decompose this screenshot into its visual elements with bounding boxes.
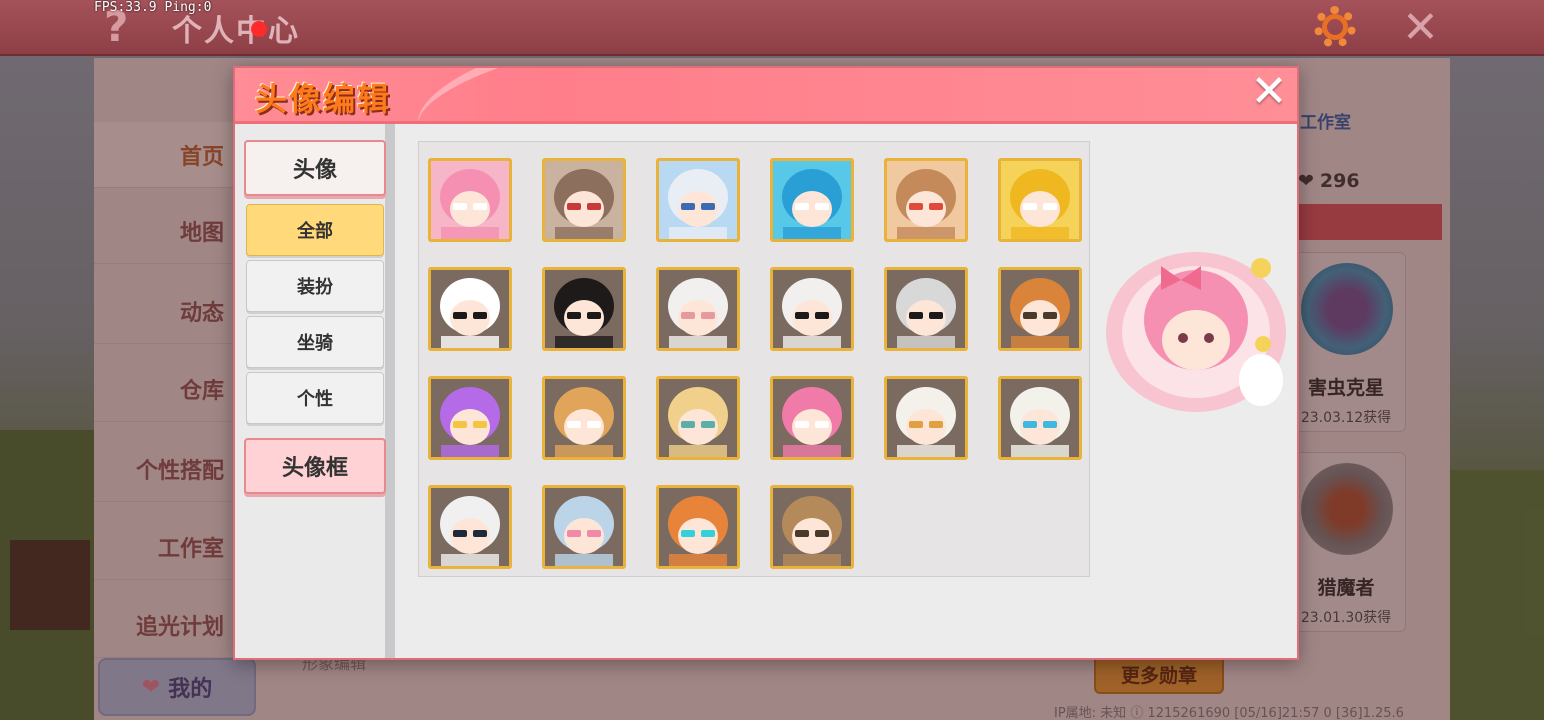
avatar-image bbox=[431, 161, 509, 239]
avatar-grid bbox=[418, 141, 1090, 577]
avatar-image bbox=[659, 488, 737, 566]
avatar-image bbox=[1001, 379, 1079, 457]
subtab-all[interactable]: 全部 bbox=[246, 204, 384, 256]
top-bar: ? 个人中心 ✕ bbox=[0, 0, 1544, 56]
avatar-image bbox=[431, 488, 509, 566]
close-icon[interactable]: ✕ bbox=[1402, 2, 1439, 53]
avatar-edit-dialog: 头像编辑 ✕ 头像 全部 装扮 坐骑 个性 头像框 bbox=[233, 66, 1299, 660]
dialog-close-button[interactable]: ✕ bbox=[1245, 68, 1293, 116]
avatar-black-cap-glasses[interactable] bbox=[770, 267, 854, 351]
avatar-cyber-fox[interactable] bbox=[656, 485, 740, 569]
avatar-image bbox=[773, 488, 851, 566]
avatar-white-hair-girl[interactable] bbox=[656, 158, 740, 242]
subtab-personality[interactable]: 个性 bbox=[246, 372, 384, 424]
avatar-captain-bear[interactable] bbox=[428, 485, 512, 569]
subtab-outfit[interactable]: 装扮 bbox=[246, 260, 384, 312]
dialog-header: 头像编辑 ✕ bbox=[235, 68, 1297, 124]
avatar-magic-wand[interactable] bbox=[428, 376, 512, 460]
avatar-pink-dragon[interactable] bbox=[770, 376, 854, 460]
record-indicator-icon bbox=[251, 21, 267, 37]
avatar-black-hair-sunglasses[interactable] bbox=[542, 267, 626, 351]
avatar-blue-hair-girl[interactable] bbox=[770, 158, 854, 242]
avatar-chef-boy[interactable] bbox=[884, 158, 968, 242]
avatar-image bbox=[773, 379, 851, 457]
avatar-white-swan[interactable] bbox=[884, 376, 968, 460]
dialog-category-panel: 头像 全部 装扮 坐骑 个性 头像框 bbox=[235, 124, 395, 658]
avatar-brown-hair-girl[interactable] bbox=[542, 158, 626, 242]
avatar-silver-hair-sunglasses[interactable] bbox=[884, 267, 968, 351]
avatar-pink-elephant[interactable] bbox=[542, 485, 626, 569]
avatar-image bbox=[1001, 161, 1079, 239]
avatar-image bbox=[887, 379, 965, 457]
tab-avatar[interactable]: 头像 bbox=[244, 140, 386, 196]
avatar-image bbox=[659, 379, 737, 457]
avatar-image bbox=[431, 379, 509, 457]
avatar-image bbox=[545, 161, 623, 239]
avatar-ginger-hair-glasses[interactable] bbox=[998, 267, 1082, 351]
fps-readout: FPS:33.9 Ping:0 bbox=[94, 0, 212, 15]
avatar-image bbox=[545, 379, 623, 457]
avatar-unicorn-cow[interactable] bbox=[998, 376, 1082, 460]
avatar-shiba-dog[interactable] bbox=[542, 376, 626, 460]
avatar-image bbox=[545, 270, 623, 348]
avatar-image bbox=[887, 161, 965, 239]
avatar-preview-image bbox=[1106, 252, 1286, 412]
tab-avatar-frame[interactable]: 头像框 bbox=[244, 438, 386, 494]
subtab-mount[interactable]: 坐骑 bbox=[246, 316, 384, 368]
avatar-image bbox=[659, 161, 737, 239]
avatar-image bbox=[431, 270, 509, 348]
header-swoosh bbox=[407, 68, 743, 121]
avatar-pink-bunny-girl[interactable] bbox=[428, 158, 512, 242]
avatar-white-hair-sunglasses[interactable] bbox=[428, 267, 512, 351]
avatar-image bbox=[773, 161, 851, 239]
avatar-golden-girl[interactable] bbox=[998, 158, 1082, 242]
avatar-image bbox=[1001, 270, 1079, 348]
avatar-pink-cap-glasses[interactable] bbox=[656, 267, 740, 351]
gear-icon[interactable] bbox=[1314, 6, 1356, 48]
dialog-title: 头像编辑 bbox=[255, 80, 392, 118]
avatar-image bbox=[545, 488, 623, 566]
avatar-palanquin[interactable] bbox=[656, 376, 740, 460]
avatar-image bbox=[887, 270, 965, 348]
avatar-pilot-rabbit[interactable] bbox=[770, 485, 854, 569]
avatar-image bbox=[773, 270, 851, 348]
avatar-preview bbox=[1101, 240, 1291, 420]
avatar-image bbox=[659, 270, 737, 348]
